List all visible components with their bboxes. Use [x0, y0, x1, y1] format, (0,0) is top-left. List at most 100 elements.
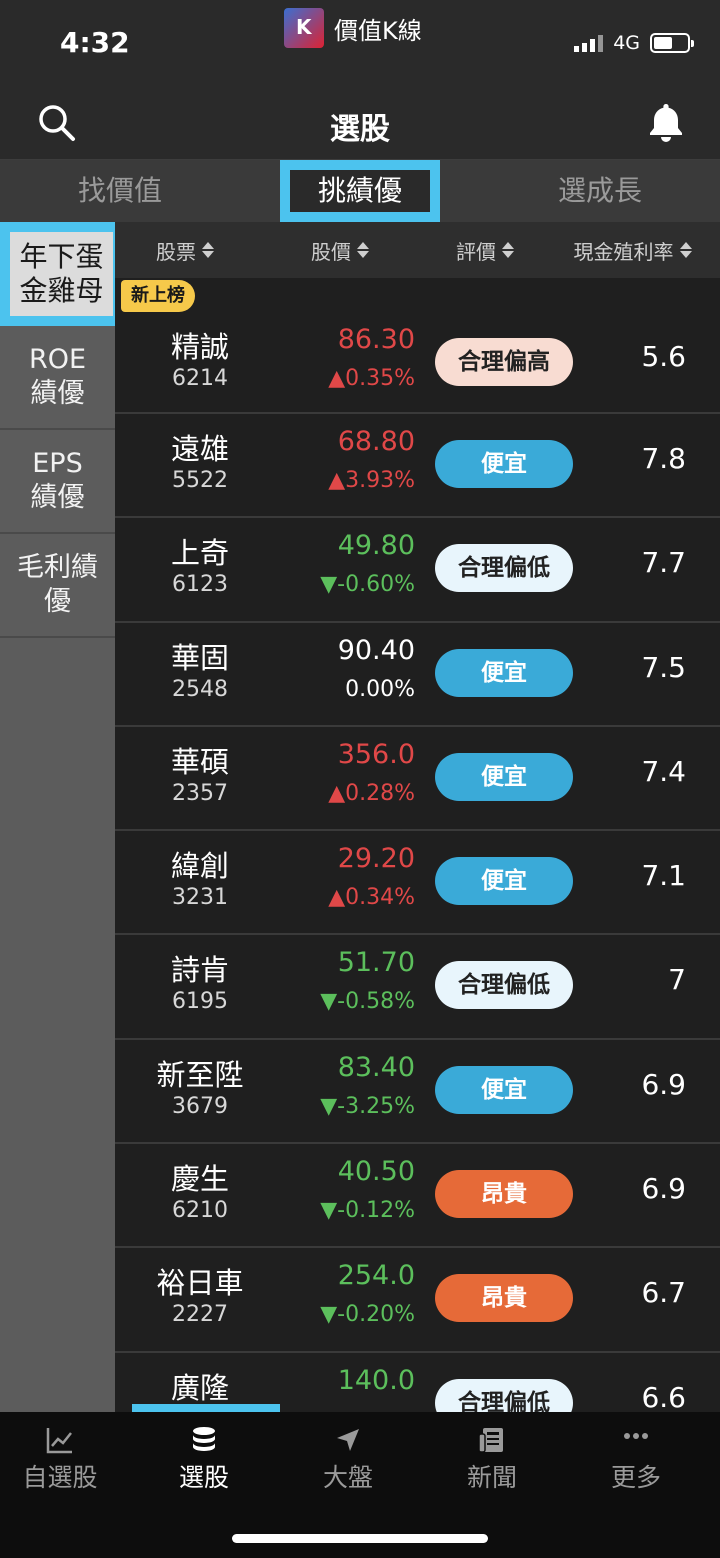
stock-code: 6123: [172, 572, 228, 598]
stock-code: 2548: [172, 676, 228, 702]
sidebar-item-golden-hen[interactable]: 年下蛋 金雞母: [0, 222, 123, 326]
column-yield[interactable]: 現金殖利率: [545, 236, 720, 265]
tab-label: 挑績優: [279, 160, 440, 222]
sidebar-item-roe[interactable]: ROE 績優: [0, 326, 115, 430]
table-row[interactable]: 慶生 6210 40.50 ▼-0.12% 昂貴 6.9: [115, 1144, 720, 1249]
more-dots-icon: [624, 1433, 648, 1439]
app-header: 選股: [0, 84, 720, 160]
navigation-arrow-icon: [337, 1429, 359, 1451]
sort-icon: [202, 242, 214, 258]
dividend-yield: 6.7: [641, 1276, 686, 1310]
sidebar-item-eps[interactable]: EPS 績優: [0, 430, 115, 534]
valuation-badge: 昂貴: [435, 1274, 573, 1323]
stock-name: 華固: [170, 640, 229, 675]
valuation-badge: 便宜: [435, 648, 573, 697]
stock-change: ▼-0.20%: [320, 1302, 415, 1328]
dividend-yield: 7.7: [641, 546, 686, 580]
stock-change: ▲0.35%: [328, 366, 415, 391]
column-label: 股價: [311, 239, 351, 264]
stock-name: 新至陞: [156, 1057, 244, 1092]
bell-icon[interactable]: [644, 100, 688, 144]
nav-news[interactable]: 新聞: [420, 1412, 564, 1512]
column-label: 現金殖利率: [573, 239, 674, 264]
valuation-badge: 昂貴: [435, 1170, 573, 1219]
stock-code: 5522: [172, 468, 228, 493]
table-row[interactable]: 裕日車 2227 254.0 ▼-0.20% 昂貴 6.7: [115, 1248, 720, 1353]
tab-pick-quality[interactable]: 挑績優: [240, 160, 480, 222]
nav-label: 新聞: [466, 1463, 517, 1492]
stock-price: 49.80: [337, 530, 415, 562]
page-title: 選股: [330, 112, 390, 147]
stock-code: 3231: [172, 885, 228, 911]
table-row[interactable]: 新至陞 3679 83.40 ▼-3.25% 便宜 6.9: [115, 1040, 720, 1145]
table-row[interactable]: 詩肯 6195 51.70 ▼-0.58% 合理偏低 7: [115, 935, 720, 1040]
sidebar-item-label: EPS 績優: [30, 448, 85, 513]
stock-name: 遠雄: [170, 432, 229, 466]
stock-price: 29.20: [337, 843, 415, 875]
dividend-yield: 7.1: [641, 859, 686, 893]
sort-icon: [679, 242, 692, 258]
nav-label: 更多: [610, 1463, 661, 1492]
nav-more[interactable]: 更多: [564, 1412, 708, 1512]
nav-stock-picker[interactable]: 選股: [132, 1412, 276, 1512]
network-label: 4G: [613, 32, 640, 54]
table-row[interactable]: 華固 2548 90.40 0.00% 便宜 7.5: [115, 623, 720, 727]
signal-icon: [574, 34, 604, 52]
table-row[interactable]: 上奇 6123 49.80 ▼-0.60% 合理偏低 7.7: [115, 518, 720, 623]
column-price[interactable]: 股價: [255, 236, 425, 265]
dividend-yield: 6.9: [641, 1172, 686, 1206]
sort-icon: [357, 242, 369, 258]
nav-label: 自選股: [22, 1463, 98, 1492]
valuation-badge: 便宜: [435, 752, 573, 801]
tab-find-value[interactable]: 找價值: [0, 160, 240, 222]
database-stack-icon: [193, 1427, 215, 1451]
stock-change: ▼-3.25%: [320, 1093, 415, 1119]
dividend-yield: 7.8: [641, 442, 686, 475]
nav-watchlist[interactable]: 自選股: [0, 1412, 132, 1512]
stock-price: 83.40: [337, 1051, 415, 1083]
stock-change: ▼-0.58%: [320, 989, 415, 1015]
stock-name: 慶生: [170, 1162, 229, 1197]
column-stock[interactable]: 股票: [115, 236, 255, 265]
new-listing-badge: 新上榜: [121, 280, 195, 312]
stock-code: 2357: [172, 780, 228, 806]
tab-label: 找價值: [77, 174, 162, 207]
tab-select-growth[interactable]: 選成長: [480, 160, 720, 222]
valuation-badge: 合理偏低: [435, 544, 573, 593]
nav-market[interactable]: 大盤: [276, 1412, 420, 1512]
valuation-badge: 便宜: [435, 1065, 573, 1114]
dividend-yield: 7.5: [641, 650, 686, 684]
stock-name: 廣隆: [170, 1370, 229, 1405]
status-app-name: 價值K線: [334, 16, 422, 45]
valuation-badge: 便宜: [435, 857, 573, 906]
dividend-yield: 6.9: [641, 1067, 686, 1101]
table-row[interactable]: 華碩 2357 356.0 ▲0.28% 便宜 7.4: [115, 727, 720, 832]
stock-price: 140.0: [337, 1364, 415, 1396]
table-row[interactable]: 遠雄 5522 68.80 ▲3.93% 便宜 7.8: [115, 414, 720, 519]
stock-change: ▲0.28%: [328, 780, 415, 806]
sidebar-item-label: ROE 績優: [28, 344, 87, 409]
valuation-badge: 便宜: [435, 440, 573, 488]
stock-name: 精誠: [170, 330, 229, 364]
dividend-yield: 7: [668, 963, 686, 997]
stock-code: 3679: [172, 1093, 228, 1119]
app-logo-icon: [284, 8, 324, 48]
battery-icon: [650, 33, 694, 53]
dividend-yield: 6.6: [641, 1380, 686, 1412]
stock-code: 2227: [172, 1302, 228, 1328]
sidebar-item-gross-margin[interactable]: 毛利績 優: [0, 534, 115, 638]
column-valuation[interactable]: 評價: [425, 236, 545, 265]
stock-change: ▼-0.12%: [320, 1198, 415, 1224]
dividend-yield: 5.6: [641, 340, 686, 373]
stock-price: 90.40: [337, 634, 415, 666]
stock-name: 詩肯: [170, 953, 229, 988]
table-row[interactable]: 緯創 3231 29.20 ▲0.34% 便宜 7.1: [115, 831, 720, 936]
chart-line-icon: [46, 1428, 72, 1454]
table-row[interactable]: 精誠 6214 86.30 ▲0.35% 合理偏高 5.6: [115, 312, 720, 414]
stock-name: 華碩: [170, 744, 229, 779]
stock-price: 356.0: [337, 738, 415, 770]
column-label: 股票: [156, 239, 196, 264]
stock-code: 6214: [172, 366, 228, 391]
stock-name: 緯創: [170, 849, 229, 884]
column-label: 評價: [456, 239, 496, 264]
